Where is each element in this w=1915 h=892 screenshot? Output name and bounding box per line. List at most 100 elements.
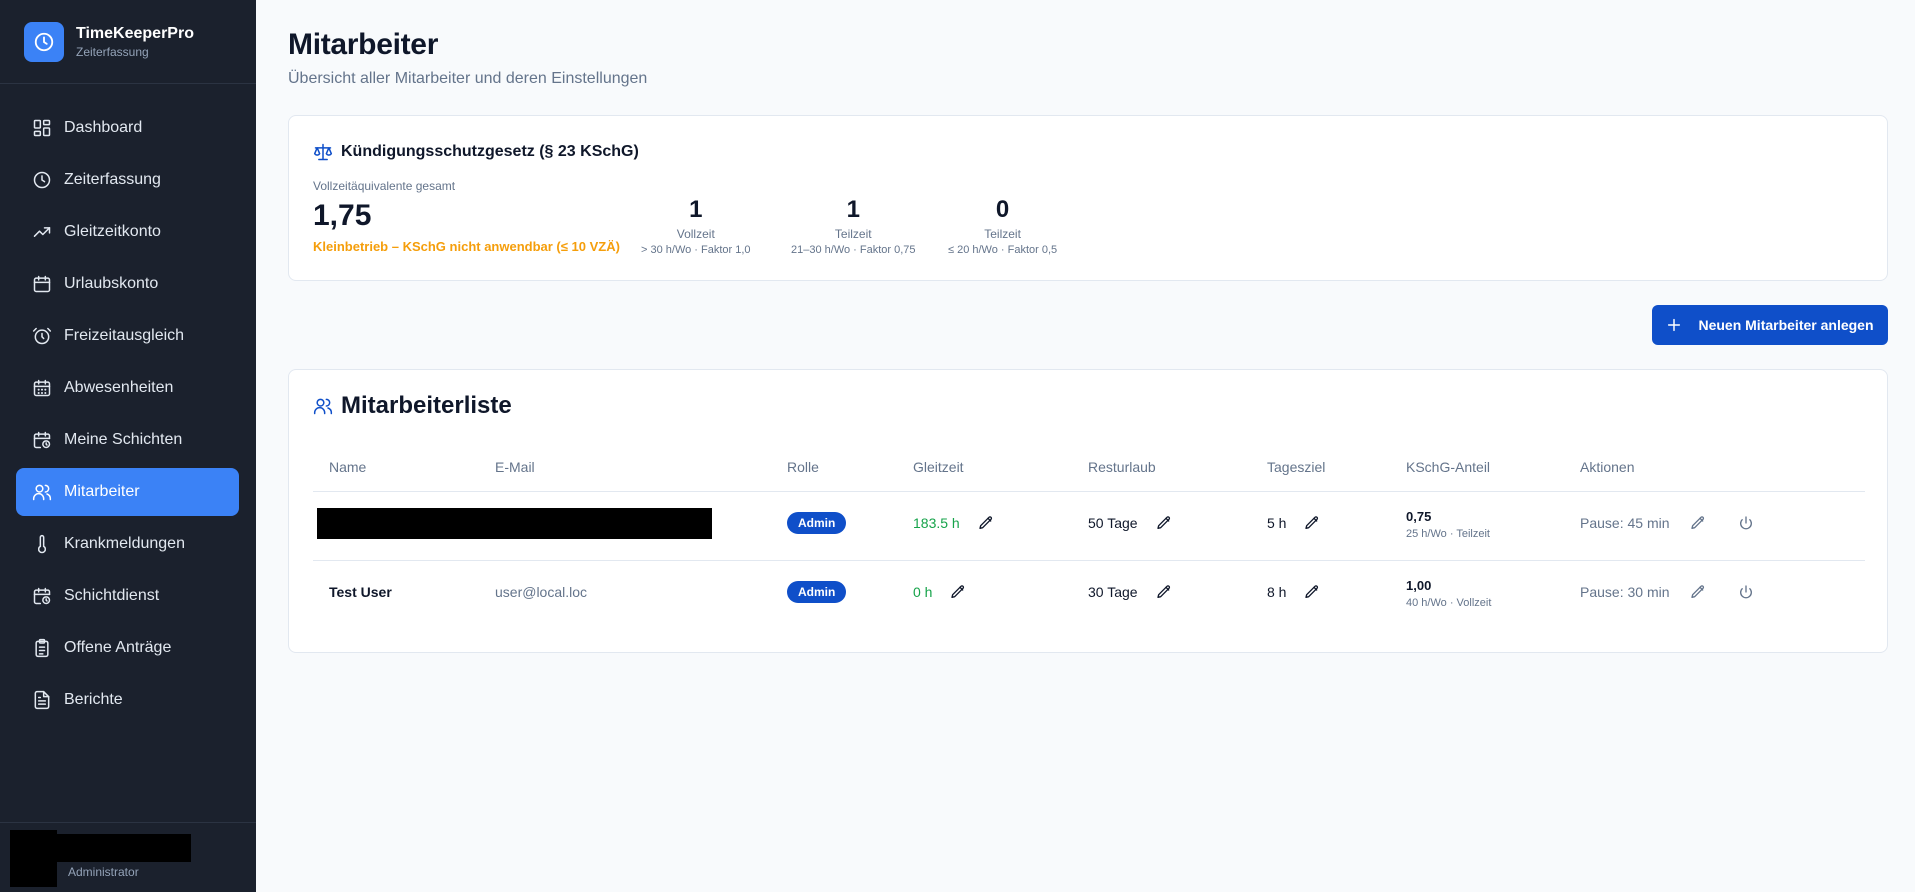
sidebar-nav: Dashboard Zeiterfassung Gleitzeitkonto U… <box>0 84 256 724</box>
actions-cell: Pause: 30 min <box>1580 584 1754 600</box>
edit-pause-icon[interactable] <box>1690 515 1706 531</box>
role-cell: Admin <box>787 581 847 603</box>
sidebar-item-label: Meine Schichten <box>64 431 183 448</box>
sidebar-item-freizeitausgleich[interactable]: Freizeitausgleich <box>16 312 239 360</box>
employee-list-heading-text: Mitarbeiterliste <box>341 392 512 419</box>
sidebar-item-label: Mitarbeiter <box>64 483 140 500</box>
sidebar-item-gleitzeitkonto[interactable]: Gleitzeitkonto <box>16 208 239 256</box>
stat-number: 1 <box>689 196 703 223</box>
edit-gleitzeit-icon[interactable] <box>978 515 994 531</box>
column-header-kschg-anteil[interactable]: KSchG-Anteil <box>1406 459 1490 475</box>
user-profile[interactable]: Administrator <box>0 822 256 892</box>
sidebar-item-berichte[interactable]: Berichte <box>16 676 239 724</box>
tagesziel-value: 8 h <box>1267 584 1287 600</box>
kschg-cell: 1,00 40 h/Wo · Vollzeit <box>1406 577 1491 611</box>
kschg-subtext: 25 h/Wo · Teilzeit <box>1406 528 1490 540</box>
vza-value: 1,75 <box>313 199 372 232</box>
employee-email: user@local.loc <box>495 584 588 600</box>
column-header-actions: Aktionen <box>1580 459 1635 475</box>
column-header-email[interactable]: E-Mail <box>495 459 535 475</box>
edit-resturlaub-icon[interactable] <box>1156 584 1172 600</box>
power-icon[interactable] <box>1738 584 1754 600</box>
sidebar-item-label: Freizeitausgleich <box>64 327 185 344</box>
column-header-role[interactable]: Rolle <box>787 459 819 475</box>
page-title: Mitarbeiter <box>288 28 439 61</box>
sidebar-item-urlaubskonto[interactable]: Urlaubskonto <box>16 260 239 308</box>
pause-value: Pause: 30 min <box>1580 584 1670 600</box>
page-subtitle: Übersicht aller Mitarbeiter und deren Ei… <box>288 70 648 87</box>
edit-pause-icon[interactable] <box>1690 584 1706 600</box>
kschg-subtext: 40 h/Wo · Vollzeit <box>1406 597 1492 609</box>
employee-list-heading: Mitarbeiterliste <box>313 392 512 420</box>
gleitzeit-cell: 0 h <box>913 584 966 600</box>
sidebar-item-zeiterfassung[interactable]: Zeiterfassung <box>16 156 239 204</box>
add-employee-button[interactable]: Neuen Mitarbeiter anlegen <box>1652 305 1888 345</box>
brand-title: TimeKeeperPro <box>76 24 194 42</box>
sidebar-item-dashboard[interactable]: Dashboard <box>16 104 239 152</box>
sidebar-item-schichtdienst[interactable]: Schichtdienst <box>16 572 239 620</box>
kschg-heading-text: Kündigungsschutzgesetz (§ 23 KSchG) <box>341 143 639 160</box>
stat-number: 0 <box>995 196 1010 223</box>
edit-gleitzeit-icon[interactable] <box>950 584 966 600</box>
users-icon <box>313 398 333 415</box>
user-name-redacted <box>57 834 191 862</box>
clipboard-list-icon <box>35 638 49 658</box>
resturlaub-value: 50 Tage <box>1088 515 1138 531</box>
sidebar-item-mitarbeiter[interactable]: Mitarbeiter <box>16 468 239 516</box>
stat-number: 1 <box>846 196 860 223</box>
gleitzeit-value: 0 h <box>913 584 933 600</box>
edit-tagesziel-icon[interactable] <box>1304 584 1320 600</box>
stat-teilzeit-low: 0 Teilzeit ≤ 20 h/Wo · Faktor 0,5 <box>948 196 1057 258</box>
brand: TimeKeeperPro Zeiterfassung <box>0 0 256 84</box>
sidebar-item-label: Krankmeldungen <box>64 535 185 552</box>
stat-teilzeit-mid: 1 Teilzeit 21–30 h/Wo · Faktor 0,75 <box>791 196 916 258</box>
edit-resturlaub-icon[interactable] <box>1156 515 1172 531</box>
calendar-days-icon <box>33 379 51 397</box>
row-divider <box>313 560 1865 561</box>
power-icon[interactable] <box>1738 515 1754 531</box>
column-header-tagesziel[interactable]: Tagesziel <box>1267 459 1325 475</box>
resturlaub-cell: 30 Tage <box>1088 584 1172 600</box>
employee-list-card: Mitarbeiterliste Name E-Mail Rolle Gleit… <box>288 369 1888 653</box>
kschg-heading: Kündigungsschutzgesetz (§ 23 KSchG) <box>313 142 639 162</box>
sidebar-item-krankmeldungen[interactable]: Krankmeldungen <box>16 520 239 568</box>
gleitzeit-value: 183.5 h <box>913 515 960 531</box>
sidebar-item-label: Urlaubskonto <box>64 275 159 292</box>
employee-name: Test User <box>329 584 392 600</box>
sidebar-item-label: Berichte <box>64 691 123 708</box>
sidebar-item-label: Gleitzeitkonto <box>64 223 161 240</box>
edit-tagesziel-icon[interactable] <box>1304 515 1320 531</box>
users-icon <box>32 484 52 501</box>
sidebar-item-label: Zeiterfassung <box>64 171 161 188</box>
alarm-clock-icon <box>32 327 52 345</box>
tagesziel-cell: 8 h <box>1267 584 1320 600</box>
stat-sub: ≤ 20 h/Wo · Faktor 0,5 <box>948 244 1058 256</box>
role-badge: Admin <box>787 512 847 534</box>
kschg-value: 1,00 <box>1406 578 1432 593</box>
main-content: Mitarbeiter Übersicht aller Mitarbeiter … <box>256 0 1915 892</box>
resturlaub-value: 30 Tage <box>1088 584 1138 600</box>
kschg-card: Kündigungsschutzgesetz (§ 23 KSchG) Voll… <box>288 115 1888 281</box>
brand-subtitle: Zeiterfassung <box>76 44 149 59</box>
sidebar-item-offene-antraege[interactable]: Offene Anträge <box>16 624 239 672</box>
stat-label: Vollzeit <box>676 227 715 241</box>
column-header-gleitzeit[interactable]: Gleitzeit <box>913 459 964 475</box>
stat-sub: > 30 h/Wo · Faktor 1,0 <box>641 244 751 256</box>
resturlaub-cell: 50 Tage <box>1088 515 1172 531</box>
header-divider <box>313 491 1865 492</box>
add-employee-label: Neuen Mitarbeiter anlegen <box>1698 317 1874 333</box>
stat-vollzeit: 1 Vollzeit > 30 h/Wo · Faktor 1,0 <box>641 196 751 258</box>
redacted-name-email <box>317 508 712 539</box>
sidebar-item-label: Schichtdienst <box>64 587 160 604</box>
tagesziel-cell: 5 h <box>1267 515 1320 531</box>
kschg-cell: 0,75 25 h/Wo · Teilzeit <box>1406 508 1490 542</box>
role-badge: Admin <box>787 581 847 603</box>
sidebar-item-abwesenheiten[interactable]: Abwesenheiten <box>16 364 239 412</box>
clock-logo-icon <box>24 21 64 62</box>
sidebar-item-meine-schichten[interactable]: Meine Schichten <box>16 416 239 464</box>
sidebar: TimeKeeperPro Zeiterfassung Dashboard Ze… <box>0 0 256 892</box>
column-header-resturlaub[interactable]: Resturlaub <box>1088 459 1156 475</box>
column-header-name[interactable]: Name <box>329 459 366 475</box>
stat-label: Teilzeit <box>984 227 1021 241</box>
email-cell: user@local.loc <box>495 584 587 600</box>
